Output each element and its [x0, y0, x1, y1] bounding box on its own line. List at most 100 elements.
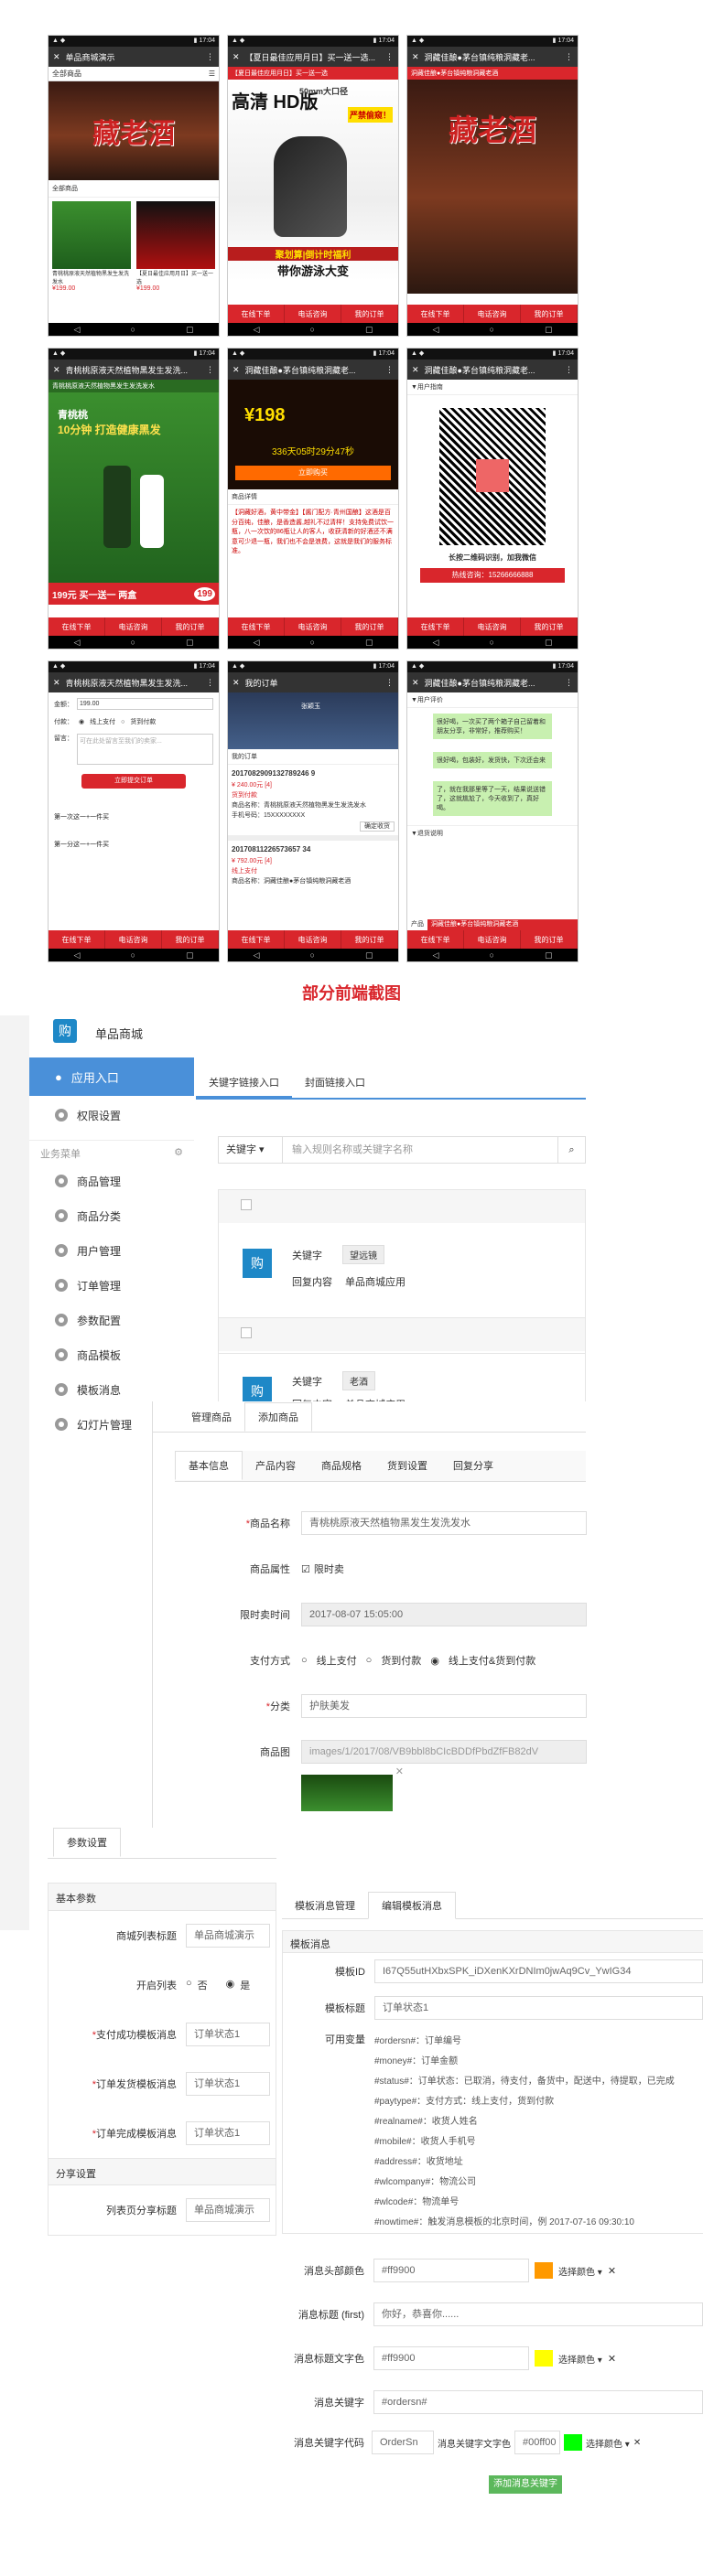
order-button[interactable]: 在线下单: [407, 930, 464, 949]
more-icon[interactable]: ⋮: [565, 365, 573, 375]
product-card[interactable]: 【夏日最佳应用月日】买一送一选 ¥199.00: [136, 201, 215, 292]
more-icon[interactable]: ⋮: [206, 678, 214, 688]
sidebar-item-products[interactable]: 商品管理: [29, 1164, 194, 1198]
sidebar-item-app-entry[interactable]: ● 应用入口: [29, 1057, 194, 1096]
flash-sale-time-input[interactable]: 2017-08-07 15:05:00: [301, 1603, 587, 1626]
close-icon[interactable]: ✕: [53, 365, 60, 375]
order-button[interactable]: 在线下单: [407, 617, 464, 636]
tab-cover[interactable]: 封面链接入口: [292, 1068, 378, 1098]
more-icon[interactable]: ⋮: [385, 365, 394, 375]
close-icon[interactable]: ✕: [233, 678, 240, 688]
confirm-receipt-button[interactable]: 确定收货: [360, 821, 395, 832]
done-template-select[interactable]: 订单状态1: [186, 2121, 270, 2145]
more-icon[interactable]: ⋮: [206, 365, 214, 375]
radio-online-pay[interactable]: ○: [301, 1655, 308, 1666]
my-orders-button[interactable]: 我的订单: [341, 930, 398, 949]
radio-no[interactable]: ○: [186, 1978, 192, 1992]
my-orders-button[interactable]: 我的订单: [341, 305, 398, 323]
category-select[interactable]: 护肤美发: [301, 1694, 587, 1718]
tab-params[interactable]: 参数设置: [53, 1828, 121, 1857]
tab-manage-products[interactable]: 管理商品: [178, 1403, 244, 1433]
order-card[interactable]: 2017082909132789246 9 ¥ 240.00元 [4] 货到付款…: [228, 765, 398, 835]
my-orders-button[interactable]: 我的订单: [521, 930, 578, 949]
buy-now-button[interactable]: 立即购买: [235, 466, 391, 480]
amount-field[interactable]: 199.00: [77, 698, 213, 710]
gear-icon[interactable]: ⚙: [174, 1146, 183, 1161]
search-icon[interactable]: ⌕: [557, 1137, 585, 1163]
more-icon[interactable]: ⋮: [565, 678, 573, 688]
call-button[interactable]: 电话咨询: [464, 305, 521, 323]
flash-sale-checkbox[interactable]: ☑: [301, 1563, 310, 1575]
my-orders-button[interactable]: 我的订单: [341, 617, 398, 636]
radio-yes[interactable]: ◉: [226, 1978, 235, 1992]
product-name-input[interactable]: 青桃桃原液天然植物黑发生发洗发水: [301, 1511, 587, 1535]
close-icon[interactable]: ✕: [412, 678, 419, 688]
rule-checkbox[interactable]: [241, 1199, 252, 1210]
close-icon[interactable]: ✕: [53, 52, 60, 62]
product-poster[interactable]: 青桃桃 10分钟 打造健康黑发 199元 买一送一 两盒 199: [49, 392, 219, 605]
tab-content[interactable]: 产品内容: [243, 1452, 308, 1481]
more-icon[interactable]: ⋮: [565, 52, 573, 62]
tab-spec[interactable]: 商品规格: [308, 1452, 374, 1481]
call-button[interactable]: 电话咨询: [285, 617, 341, 636]
call-button[interactable]: 电话咨询: [105, 930, 162, 949]
submit-order-button[interactable]: 立即提交订单: [81, 774, 186, 789]
rule-checkbox[interactable]: [241, 1327, 252, 1338]
order-button[interactable]: 在线下单: [49, 930, 105, 949]
close-icon[interactable]: ✕: [412, 365, 419, 375]
template-id-input[interactable]: I67Q55utHXbxSPK_iDXenKXrDNIm0jwAq9Cv_YwI…: [374, 1959, 703, 1983]
my-orders-button[interactable]: 我的订单: [521, 617, 578, 636]
product-card[interactable]: 青桃桃原液天然植物黑发生发洗发水 ¥199.00: [52, 201, 131, 292]
tab-shipping[interactable]: 货到设置: [374, 1452, 440, 1481]
product-image-path-input[interactable]: images/1/2017/08/VB9bbl8bCIcBDDfPbdZfFB8…: [301, 1740, 587, 1764]
color-picker-button[interactable]: 选择颜色 ▾: [586, 2436, 630, 2450]
close-icon[interactable]: ✕: [412, 52, 419, 62]
radio-cod[interactable]: ○: [366, 1655, 373, 1666]
my-orders-button[interactable]: 我的订单: [162, 617, 219, 636]
banner-image[interactable]: 藏老酒: [49, 81, 219, 180]
keyword-input[interactable]: #ordersn#: [373, 2390, 703, 2414]
clear-icon[interactable]: ✕: [608, 2353, 616, 2365]
menu-icon[interactable]: ☰: [209, 70, 215, 78]
keyword-color-input[interactable]: #00ff00: [514, 2431, 560, 2454]
clear-icon[interactable]: ✕: [608, 2265, 616, 2277]
remove-image-icon[interactable]: ✕: [395, 1766, 404, 1777]
tab-add-product[interactable]: 添加商品: [244, 1402, 312, 1432]
color-picker-button[interactable]: 选择颜色 ▾: [558, 2352, 602, 2366]
order-card[interactable]: 20170811226573657 34 ¥ 792.00元 [4] 线上支付 …: [228, 834, 398, 890]
sidebar-item-templates[interactable]: 商品模板: [29, 1337, 194, 1372]
search-type-select[interactable]: 关键字 ▾: [219, 1137, 283, 1163]
my-orders-button[interactable]: 我的订单: [521, 305, 578, 323]
call-button[interactable]: 电话咨询: [105, 617, 162, 636]
keyword-code-input[interactable]: OrderSn: [372, 2431, 434, 2454]
sidebar-item-categories[interactable]: 商品分类: [29, 1198, 194, 1233]
tab-share[interactable]: 回复分享: [440, 1452, 506, 1481]
pay-template-select[interactable]: 订单状态1: [186, 2023, 270, 2046]
tab-template-manage[interactable]: 模板消息管理: [282, 1893, 368, 1920]
radio-cod[interactable]: ○: [121, 719, 124, 725]
call-button[interactable]: 电话咨询: [285, 930, 341, 949]
share-title-input[interactable]: 单品商城演示: [186, 2198, 270, 2222]
call-button[interactable]: 电话咨询: [464, 930, 521, 949]
more-icon[interactable]: ⋮: [385, 52, 394, 62]
clear-icon[interactable]: ✕: [633, 2438, 641, 2448]
list-title-input[interactable]: 单品商城演示: [186, 1924, 270, 1948]
hotline-button[interactable]: 热线咨询：15266666888: [420, 568, 565, 583]
radio-online[interactable]: ◉: [79, 718, 84, 725]
tab-basic-info[interactable]: 基本信息: [175, 1451, 243, 1480]
search-input[interactable]: 输入规则名称或关键字名称: [283, 1137, 557, 1163]
more-icon[interactable]: ⋮: [385, 678, 394, 688]
add-keyword-button[interactable]: 添加消息关键字: [489, 2475, 562, 2494]
template-title-input[interactable]: 订单状态1: [374, 1996, 703, 2020]
first-color-input[interactable]: #ff9900: [373, 2346, 529, 2370]
call-button[interactable]: 电话咨询: [285, 305, 341, 323]
product-poster[interactable]: 高清 HD版 50mm大口径 严禁偷窥！ 聚划算|倒计时福利 带你游泳大变: [228, 80, 398, 281]
order-button[interactable]: 在线下单: [228, 305, 285, 323]
sidebar-item-params[interactable]: 参数配置: [29, 1303, 194, 1337]
call-button[interactable]: 电话咨询: [464, 617, 521, 636]
first-input[interactable]: 你好，恭喜你......: [373, 2302, 703, 2326]
product-poster[interactable]: 藏老酒: [407, 80, 578, 294]
order-button[interactable]: 在线下单: [228, 930, 285, 949]
close-icon[interactable]: ✕: [233, 365, 240, 375]
order-button[interactable]: 在线下单: [407, 305, 464, 323]
